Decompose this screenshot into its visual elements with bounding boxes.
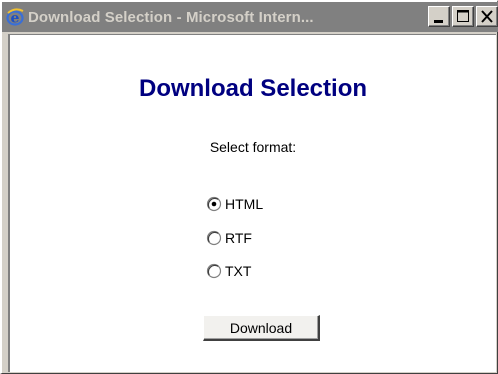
- page-title: Download Selection: [138, 75, 368, 102]
- browser-window: e Download Selection - Microsoft Intern.…: [0, 0, 498, 374]
- format-option-html[interactable]: HTML: [206, 195, 263, 213]
- maximize-icon: [457, 10, 469, 22]
- internet-explorer-icon[interactable]: e: [6, 8, 24, 27]
- close-button[interactable]: [476, 6, 498, 27]
- download-button[interactable]: Download: [203, 315, 320, 341]
- format-prompt: Select format:: [209, 139, 297, 155]
- radio-unchecked-icon[interactable]: [206, 263, 222, 279]
- format-label-txt: TXT: [225, 263, 252, 279]
- format-label-rtf: RTF: [225, 230, 252, 246]
- window-title: Download Selection - Microsoft Intern...: [28, 8, 314, 26]
- minimize-button[interactable]: [428, 6, 450, 27]
- title-bar[interactable]: e Download Selection - Microsoft Intern.…: [2, 2, 498, 32]
- radio-unchecked-icon[interactable]: [206, 230, 222, 246]
- format-label-html: HTML: [225, 196, 264, 212]
- window-controls: [426, 6, 498, 27]
- page-content: Download Selection Select format: HTML R…: [8, 34, 496, 372]
- svg-text:e: e: [11, 11, 20, 27]
- maximize-button[interactable]: [452, 6, 474, 27]
- format-option-txt[interactable]: TXT: [206, 262, 251, 280]
- close-icon: [481, 10, 493, 23]
- format-option-rtf[interactable]: RTF: [206, 229, 252, 247]
- minimize-icon: [434, 20, 443, 23]
- radio-checked-icon[interactable]: [206, 196, 222, 212]
